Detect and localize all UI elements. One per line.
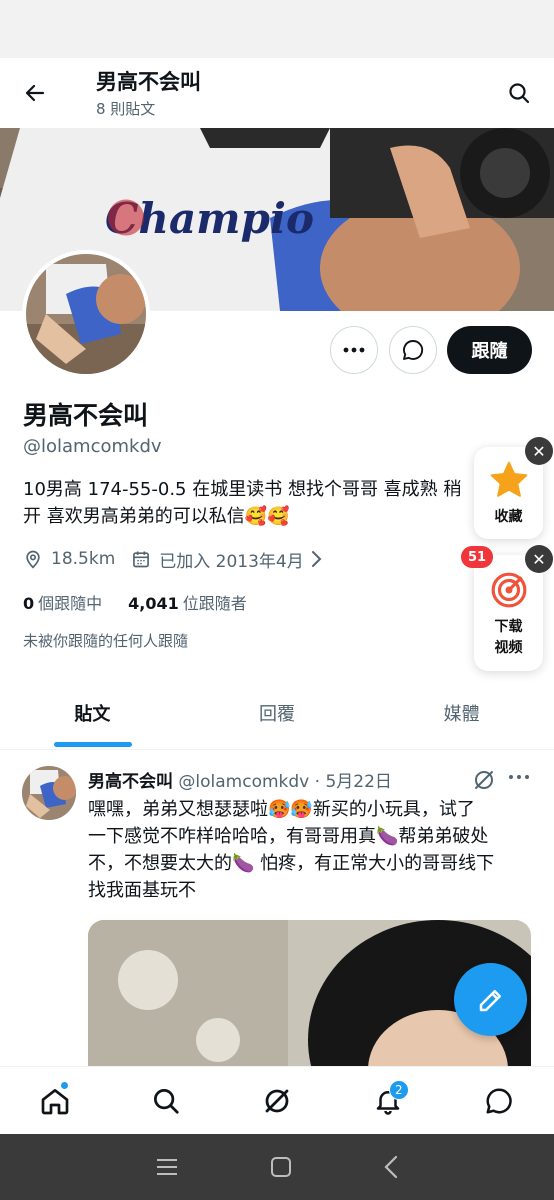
download-label-1: 下载	[494, 619, 523, 635]
calendar-icon	[133, 551, 150, 568]
not-followed-text: 未被你跟隨的任何人跟隨	[23, 632, 189, 650]
location-item: 18.5km	[23, 549, 115, 569]
tweet-avatar[interactable]	[22, 766, 76, 820]
chevron-right-icon	[311, 551, 322, 567]
profile-meta: 18.5km 已加入 2013年4月	[23, 545, 346, 573]
bio-line-2: 开 喜欢男高弟弟的可以私信🥰🥰	[23, 506, 290, 527]
download-count-badge: 51	[461, 546, 493, 568]
star-icon	[490, 461, 527, 497]
nav-search[interactable]	[136, 1071, 196, 1131]
download-label-2: 视频	[494, 640, 523, 656]
followers-link[interactable]: 4,041 位跟隨者	[128, 590, 247, 614]
active-tab-indicator	[54, 742, 132, 747]
compose-button[interactable]	[454, 963, 527, 1036]
profile-handle: @lolamcomkdv	[23, 436, 162, 457]
tweet-header: 男高不会叫 @lolamcomkdv · 5月22日	[88, 767, 392, 792]
location-text: 18.5km	[51, 549, 116, 569]
search-icon	[154, 1088, 179, 1114]
more-options-button[interactable]	[330, 326, 378, 374]
tweet-line: 嘿嘿，弟弟又想瑟瑟啦🥵🥵新买的小玩具，试了	[88, 799, 475, 820]
nav-notifications[interactable]: 2	[358, 1071, 418, 1131]
profile-header: 男高不会叫 8 則貼文	[0, 58, 554, 128]
following-label: 個跟隨中	[38, 594, 103, 613]
message-bubble-icon	[486, 1087, 512, 1113]
location-pin-icon	[26, 550, 40, 569]
home-system-icon[interactable]	[270, 1156, 292, 1178]
header-title: 男高不会叫	[96, 70, 201, 94]
system-navigation-bar	[0, 1134, 554, 1200]
status-bar	[0, 0, 554, 58]
target-icon	[491, 572, 526, 608]
follow-stats: 0 個跟隨中 4,041 位跟隨者	[23, 590, 273, 614]
home-unread-dot	[60, 1080, 70, 1090]
more-dots-icon	[509, 775, 529, 779]
profile-tabs: 貼文 回覆 媒體	[0, 688, 554, 750]
profile-name: 男高不会叫	[23, 401, 149, 430]
follow-button[interactable]: 跟隨	[447, 326, 532, 374]
header-post-count: 8 則貼文	[96, 100, 156, 118]
followers-label: 位跟隨者	[182, 594, 247, 613]
followers-count: 4,041	[128, 594, 179, 613]
notifications-badge: 2	[388, 1079, 409, 1100]
nav-grok[interactable]	[247, 1071, 307, 1131]
joined-text: 已加入 2013年4月	[159, 551, 304, 572]
tweet-author-name[interactable]: 男高不会叫	[88, 772, 173, 792]
tweet-more-button[interactable]	[508, 766, 530, 792]
following-count: 0	[23, 594, 35, 613]
tab-replies[interactable]: 回覆	[185, 688, 370, 738]
compose-pen-icon	[479, 989, 501, 1011]
favorite-label: 收藏	[494, 509, 523, 525]
tweet-text: 嘿嘿，弟弟又想瑟瑟啦🥵🥵新买的小玩具，试了 一下感觉不咋样哈哈哈，有哥哥用真🍆帮…	[88, 796, 538, 904]
bottom-nav: 2	[0, 1066, 554, 1134]
profile-avatar[interactable]	[22, 250, 150, 378]
tab-posts[interactable]: 貼文	[0, 688, 185, 738]
following-link[interactable]: 0 個跟隨中	[23, 590, 102, 614]
message-bubble-icon	[403, 340, 424, 360]
nav-home[interactable]	[25, 1071, 85, 1131]
grok-icon	[475, 771, 493, 789]
grok-icon	[265, 1089, 289, 1112]
tweet-line: 不，不想要太大的🍆 怕疼，有正常大小的哥哥线下	[88, 853, 495, 874]
more-dots-icon	[343, 347, 365, 353]
tweet-line: 一下感觉不咋样哈哈哈，有哥哥用真🍆帮弟弟破处	[88, 826, 489, 847]
profile-bio: 10男高 174-55-0.5 在城里读书 想找个哥哥 喜成熟 稍 开 喜欢男高…	[23, 476, 483, 530]
search-icon	[509, 83, 530, 104]
back-system-icon[interactable]	[383, 1155, 399, 1179]
tweet-grok-button[interactable]	[472, 768, 496, 796]
joined-item[interactable]: 已加入 2013年4月	[131, 547, 329, 572]
back-arrow-icon	[25, 84, 45, 102]
tab-media[interactable]: 媒體	[369, 688, 554, 738]
download-video-widget[interactable]: ✕ 下载 视频	[474, 545, 553, 671]
search-button[interactable]	[502, 76, 536, 110]
bio-line-1: 10男高 174-55-0.5 在城里读书 想找个哥哥 喜成熟 稍	[23, 479, 462, 500]
tweet-line: 找我面基玩不	[88, 880, 196, 901]
favorite-close-button[interactable]: ✕	[525, 437, 553, 465]
back-button[interactable]	[18, 76, 52, 110]
favorite-widget[interactable]: ✕ 收藏	[474, 437, 553, 539]
recent-apps-icon[interactable]	[155, 1157, 179, 1177]
download-close-button[interactable]: ✕	[525, 545, 553, 573]
message-button[interactable]	[389, 326, 437, 374]
nav-messages[interactable]	[469, 1071, 529, 1131]
tweet-handle-date: @lolamcomkdv · 5月22日	[178, 772, 392, 792]
